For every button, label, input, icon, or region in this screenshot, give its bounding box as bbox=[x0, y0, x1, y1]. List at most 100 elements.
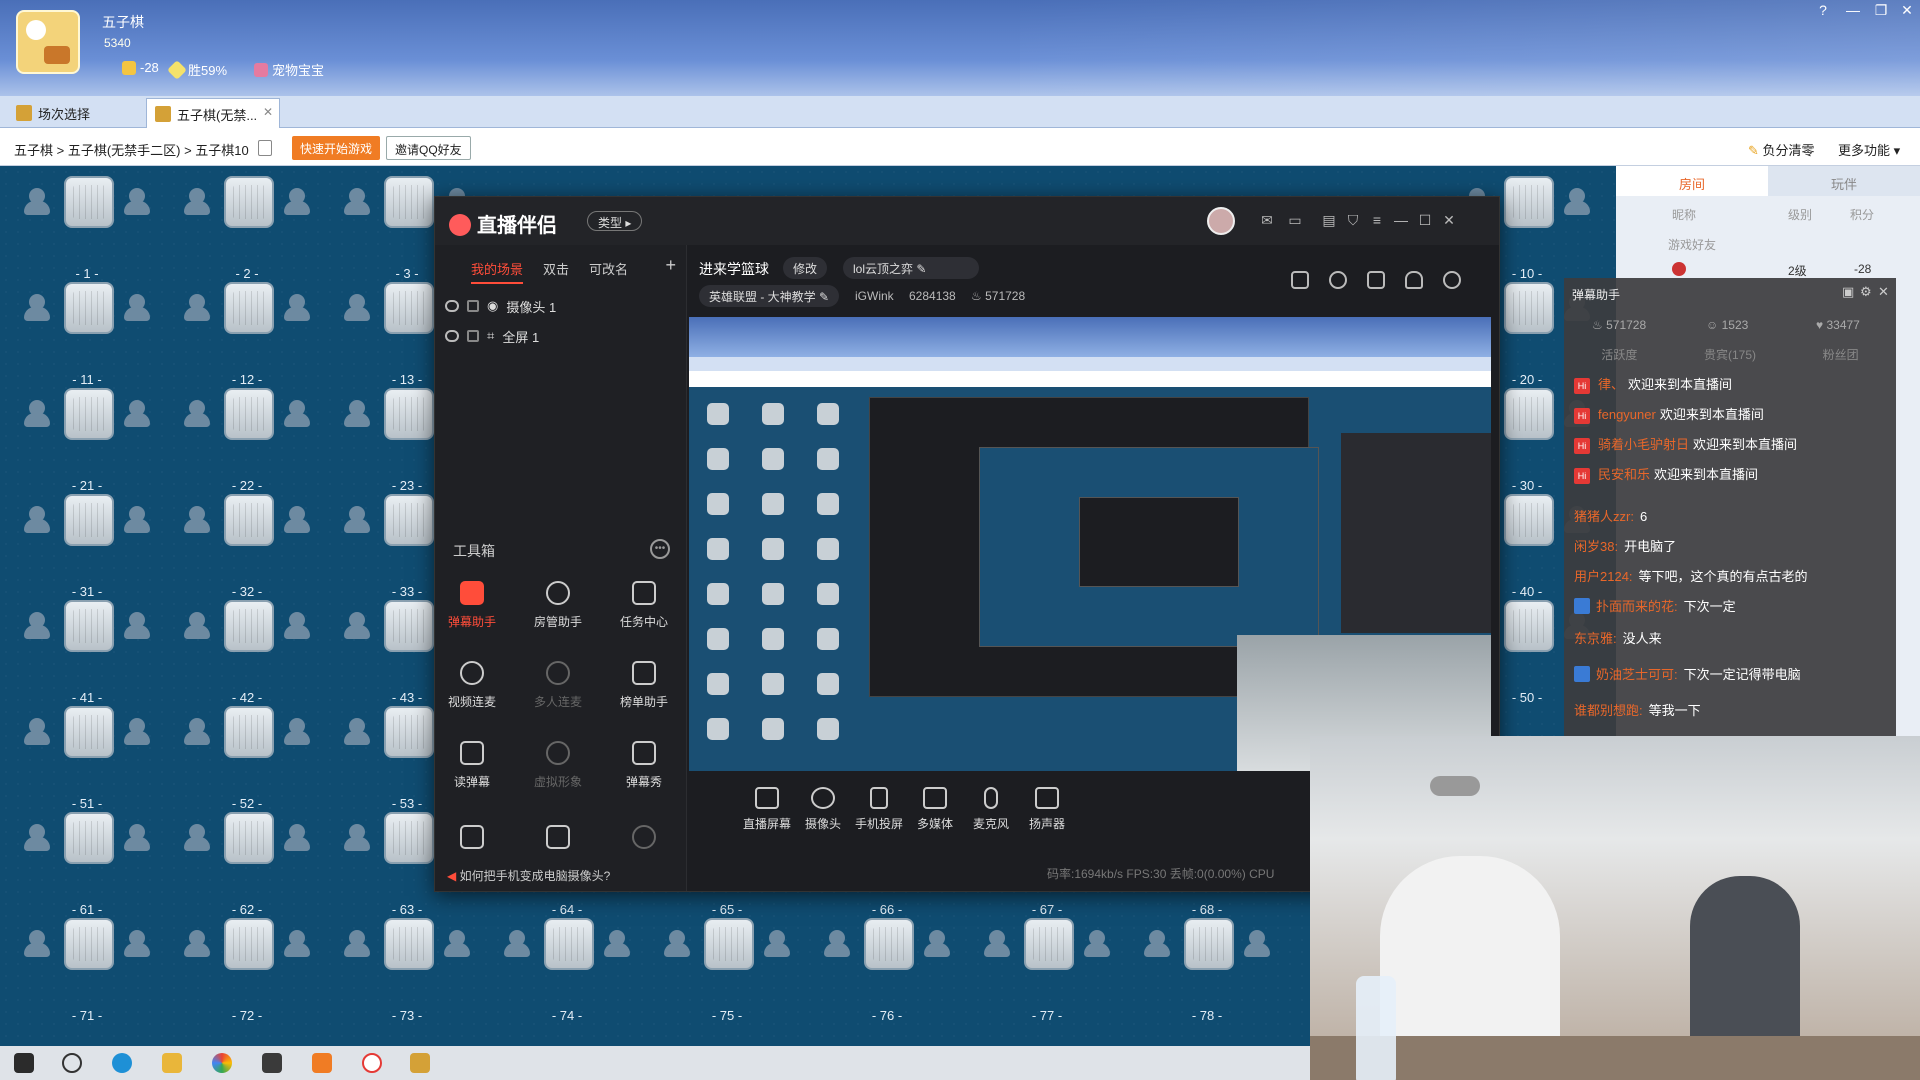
tool-multi-link[interactable]: 多人连麦 bbox=[521, 661, 595, 710]
empty-seat-icon[interactable] bbox=[24, 930, 50, 958]
board-icon[interactable] bbox=[384, 388, 434, 440]
toolbox-more-icon[interactable]: ••• bbox=[650, 539, 670, 559]
tool-pk[interactable] bbox=[521, 825, 595, 857]
empty-seat-icon[interactable] bbox=[344, 400, 370, 428]
empty-seat-icon[interactable] bbox=[284, 506, 310, 534]
board-icon[interactable] bbox=[64, 282, 114, 334]
tab-vip[interactable]: 贵宾(175) bbox=[1675, 346, 1786, 366]
empty-seat-icon[interactable] bbox=[284, 188, 310, 216]
type-button[interactable]: 类型 ▸ bbox=[587, 211, 643, 231]
empty-seat-icon[interactable] bbox=[1244, 930, 1270, 958]
game-table[interactable]: - 62 - bbox=[172, 812, 322, 917]
empty-seat-icon[interactable] bbox=[24, 400, 50, 428]
empty-seat-icon[interactable] bbox=[664, 930, 690, 958]
empty-seat-icon[interactable] bbox=[124, 506, 150, 534]
board-icon[interactable] bbox=[384, 600, 434, 652]
mail-icon[interactable]: ✉ bbox=[1259, 212, 1275, 228]
unlock-icon[interactable] bbox=[1329, 271, 1347, 289]
board-icon[interactable] bbox=[1504, 494, 1554, 546]
tool-video-link[interactable]: 视频连麦 bbox=[435, 661, 509, 710]
board-icon[interactable] bbox=[384, 282, 434, 334]
empty-seat-icon[interactable] bbox=[24, 718, 50, 746]
board-icon[interactable] bbox=[64, 388, 114, 440]
minimize-icon[interactable]: — bbox=[1393, 212, 1409, 228]
empty-seat-icon[interactable] bbox=[24, 188, 50, 216]
board-icon[interactable] bbox=[384, 918, 434, 970]
empty-seat-icon[interactable] bbox=[184, 718, 210, 746]
stream-preview[interactable] bbox=[689, 317, 1491, 771]
game-table[interactable]: - 21 - bbox=[12, 388, 162, 493]
empty-seat-icon[interactable] bbox=[444, 930, 470, 958]
game-table[interactable]: - 73 - bbox=[332, 918, 482, 1023]
tab-my-scenes[interactable]: 我的场景 bbox=[471, 259, 524, 284]
empty-seat-icon[interactable] bbox=[284, 930, 310, 958]
tab-rename[interactable]: 可改名 bbox=[589, 259, 628, 284]
board-icon[interactable] bbox=[1504, 388, 1554, 440]
tool-task-center[interactable]: 任务中心 bbox=[607, 581, 681, 630]
lock-icon[interactable] bbox=[467, 330, 479, 342]
empty-seat-icon[interactable] bbox=[284, 400, 310, 428]
clear-negative-button[interactable]: ✎ 负分清零 bbox=[1748, 140, 1815, 159]
board-icon[interactable] bbox=[544, 918, 594, 970]
tab-gomoku[interactable]: 五子棋(无禁... ✕ bbox=[146, 98, 280, 128]
tool-room-admin[interactable]: 房管助手 bbox=[521, 581, 595, 630]
empty-seat-icon[interactable] bbox=[24, 506, 50, 534]
app-icon[interactable] bbox=[262, 1053, 282, 1073]
tab-room-select[interactable]: 场次选择 bbox=[8, 98, 100, 128]
eye-icon[interactable] bbox=[445, 330, 459, 342]
board-icon[interactable] bbox=[384, 494, 434, 546]
microphone-button[interactable]: 麦克风 bbox=[961, 787, 1021, 832]
board-icon[interactable] bbox=[384, 176, 434, 228]
board-icon[interactable] bbox=[64, 918, 114, 970]
empty-seat-icon[interactable] bbox=[344, 718, 370, 746]
pet-link[interactable]: 宠物宝宝 bbox=[254, 60, 324, 79]
game-avatar[interactable] bbox=[16, 10, 80, 74]
tab-double-click[interactable]: 双击 bbox=[543, 259, 569, 284]
empty-seat-icon[interactable] bbox=[604, 930, 630, 958]
tip-link[interactable]: ◀ 如何把手机变成电脑摄像头? bbox=[447, 867, 610, 884]
game-table[interactable]: - 22 - bbox=[172, 388, 322, 493]
empty-seat-icon[interactable] bbox=[344, 824, 370, 852]
tab-playmate[interactable]: 玩伴 bbox=[1768, 166, 1920, 196]
category-chip[interactable]: lol云顶之弈 ✎ bbox=[843, 257, 979, 279]
chrome-icon[interactable] bbox=[212, 1053, 232, 1073]
empty-seat-icon[interactable] bbox=[824, 930, 850, 958]
tab-activity[interactable]: 活跃度 bbox=[1564, 346, 1675, 366]
empty-seat-icon[interactable] bbox=[764, 930, 790, 958]
close-button[interactable]: ✕ bbox=[1894, 2, 1920, 19]
maximize-button[interactable]: ❐ bbox=[1868, 2, 1894, 19]
empty-seat-icon[interactable] bbox=[24, 824, 50, 852]
search-icon[interactable] bbox=[62, 1053, 82, 1073]
gomoku-icon[interactable] bbox=[410, 1053, 430, 1073]
empty-seat-icon[interactable] bbox=[124, 824, 150, 852]
tool-more-1[interactable] bbox=[435, 825, 509, 857]
game-table[interactable]: - 1 - bbox=[12, 176, 162, 281]
breadcrumb[interactable]: 五子棋 > 五子棋(无禁手二区) > 五子棋10 bbox=[14, 140, 249, 159]
empty-seat-icon[interactable] bbox=[344, 294, 370, 322]
game-table[interactable]: - 12 - bbox=[172, 282, 322, 387]
empty-seat-icon[interactable] bbox=[1564, 188, 1590, 216]
game-table[interactable]: - 77 - bbox=[972, 918, 1122, 1023]
empty-seat-icon[interactable] bbox=[184, 506, 210, 534]
board-icon[interactable] bbox=[64, 494, 114, 546]
board-icon[interactable] bbox=[1504, 282, 1554, 334]
game-table[interactable]: - 61 - bbox=[12, 812, 162, 917]
tool-danmu-show[interactable]: 弹幕秀 bbox=[607, 741, 681, 790]
edit-title-button[interactable]: 修改 bbox=[783, 257, 828, 279]
board-icon[interactable] bbox=[224, 812, 274, 864]
empty-seat-icon[interactable] bbox=[124, 294, 150, 322]
game-table[interactable]: - 78 - bbox=[1132, 918, 1282, 1023]
board-icon[interactable] bbox=[224, 176, 274, 228]
lock-icon[interactable] bbox=[467, 300, 479, 312]
tab-close-icon[interactable]: ✕ bbox=[263, 105, 273, 119]
lock-icon[interactable]: ▣ bbox=[1842, 284, 1854, 300]
empty-seat-icon[interactable] bbox=[344, 930, 370, 958]
streamer-app-icon[interactable] bbox=[312, 1053, 332, 1073]
gear-icon[interactable]: ⚙ bbox=[1860, 284, 1872, 300]
board-icon[interactable] bbox=[224, 706, 274, 758]
maximize-icon[interactable]: ☐ bbox=[1417, 212, 1433, 228]
board-icon[interactable] bbox=[1024, 918, 1074, 970]
game-chip[interactable]: 英雄联盟 - 大神教学 ✎ bbox=[699, 285, 840, 307]
empty-seat-icon[interactable] bbox=[124, 718, 150, 746]
empty-seat-icon[interactable] bbox=[504, 930, 530, 958]
